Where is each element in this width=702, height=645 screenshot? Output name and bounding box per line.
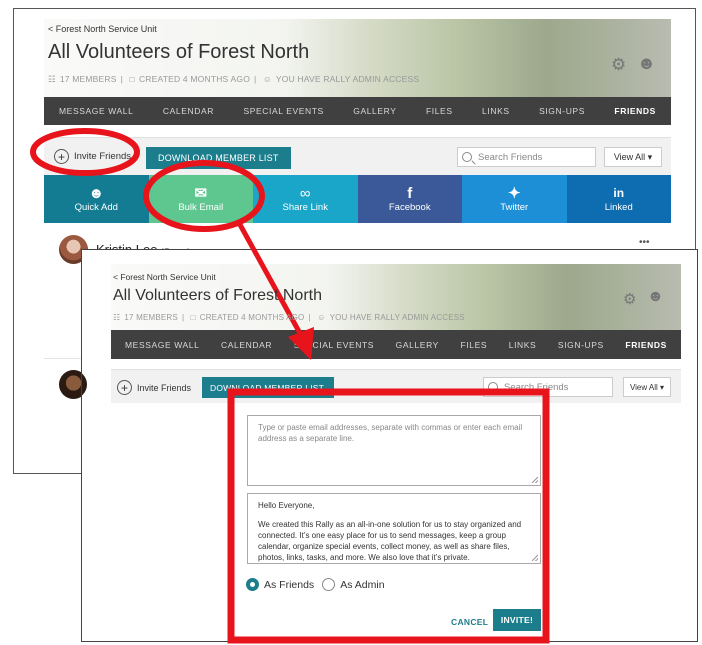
- member-count: 17 MEMBERS: [124, 313, 178, 322]
- add-person-icon[interactable]: ☻: [647, 288, 664, 306]
- admin-access: YOU HAVE RALLY ADMIN ACCESS: [275, 74, 420, 84]
- group-meta: ☷ 17 MEMBERS | □ CREATED 4 MONTHS AGO | ☺ YOU…: [113, 313, 465, 322]
- group-title: All Volunteers of Forest North: [48, 41, 310, 63]
- group-title: All Volunteers of Forest North: [113, 287, 322, 304]
- gear-icon[interactable]: ⚙: [611, 55, 626, 75]
- calendar-icon: □: [129, 74, 135, 84]
- highlight-bulk-email: [143, 160, 265, 232]
- highlight-invite-friends: [30, 128, 140, 176]
- created-date: CREATED 4 MONTHS AGO: [199, 313, 305, 322]
- created-date: CREATED 4 MONTHS AGO: [138, 74, 251, 84]
- unit-back-link[interactable]: < Forest North Service Unit: [48, 24, 157, 34]
- annotation-overlay: [30, 128, 550, 644]
- member-count: 17 MEMBERS: [59, 74, 117, 84]
- admin-access: YOU HAVE RALLY ADMIN ACCESS: [329, 313, 465, 322]
- unit-back-link[interactable]: < Forest North Service Unit: [113, 272, 216, 282]
- group-meta: ☷ 17 MEMBERS | □ CREATED 4 MONTHS AGO | ☺ YOU…: [48, 74, 420, 84]
- calendar-icon: □: [190, 313, 196, 322]
- gear-icon[interactable]: ⚙: [623, 290, 636, 308]
- user-icon: ☺: [317, 313, 326, 322]
- add-person-icon[interactable]: ☻: [637, 53, 656, 74]
- members-icon: ☷: [113, 313, 121, 322]
- user-icon: ☺: [263, 74, 272, 84]
- highlight-bulk-email-form: [227, 388, 550, 644]
- members-icon: ☷: [48, 74, 56, 84]
